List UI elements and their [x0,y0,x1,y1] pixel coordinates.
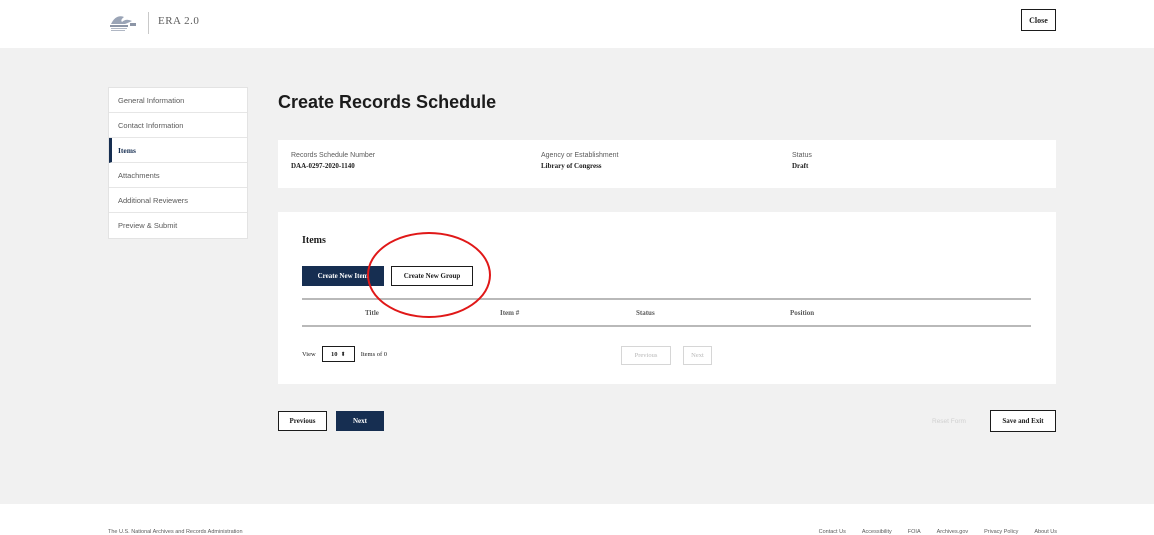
items-card: Items Create New Item Create New Group T… [278,212,1056,384]
agency-field: Agency or Establishment Library of Congr… [541,152,618,170]
view-label: View [302,350,316,358]
status-label: Status [792,152,812,159]
footer-link-about-us[interactable]: About Us [1034,529,1057,535]
sidebar-item-items[interactable]: Items [109,138,247,163]
create-new-group-button[interactable]: Create New Group [391,266,473,286]
agency-value: Library of Congress [541,162,602,170]
reset-form-link[interactable]: Reset Form [932,418,966,425]
footer-link-foia[interactable]: FOIA [908,529,921,535]
footer-link-archives-gov[interactable]: Archives.gov [937,529,969,535]
table-previous-button[interactable]: Previous [621,346,671,365]
app-title: ERA 2.0 [158,15,200,27]
create-new-item-button[interactable]: Create New Item [302,266,384,286]
footer-organization: The U.S. National Archives and Records A… [108,529,243,535]
items-count-label: Items of 0 [360,350,388,358]
schedule-number-label: Records Schedule Number [291,152,376,159]
footer-link-accessibility[interactable]: Accessibility [862,529,892,535]
nara-logo-icon [108,12,138,34]
logo-divider [148,12,149,34]
table-header-bottom-rule [302,325,1031,327]
top-header: ERA 2.0 Close [0,0,1154,48]
sidebar-item-attachments[interactable]: Attachments [109,163,247,188]
save-and-exit-button[interactable]: Save and Exit [990,410,1056,432]
schedule-number-value: DAA-0297-2020-1140 [291,162,355,170]
updown-arrow-icon: ⬍ [340,351,346,358]
sidebar-item-preview-submit[interactable]: Preview & Submit [109,213,247,238]
footer-link-contact-us[interactable]: Contact Us [819,529,846,535]
sidebar-item-general-information[interactable]: General Information [109,88,247,113]
sidebar-item-contact-information[interactable]: Contact Information [109,113,247,138]
column-header-status[interactable]: Status [636,309,655,317]
footer-links: Contact Us Accessibility FOIA Archives.g… [819,529,1057,535]
items-heading: Items [302,235,326,246]
column-header-title[interactable]: Title [365,309,379,317]
agency-label: Agency or Establishment [541,152,619,159]
next-step-button[interactable]: Next [336,411,384,431]
table-next-button[interactable]: Next [683,346,712,365]
footer-link-privacy-policy[interactable]: Privacy Policy [984,529,1018,535]
schedule-number-field: Records Schedule Number DAA-0297-2020-11… [291,152,375,170]
side-navigation: General Information Contact Information … [108,87,248,239]
page-title: Create Records Schedule [278,92,497,112]
page-size-select[interactable]: 10 ⬍ [321,346,355,362]
sidebar-item-additional-reviewers[interactable]: Additional Reviewers [109,188,247,213]
column-header-position[interactable]: Position [790,309,814,317]
page-size-control: View 10 ⬍ Items of 0 [302,346,387,362]
status-field: Status Draft [792,152,812,170]
status-value: Draft [792,162,809,170]
table-header-top-rule [302,298,1031,300]
column-header-item-number[interactable]: Item # [500,309,519,317]
schedule-summary-card: Records Schedule Number DAA-0297-2020-11… [278,140,1056,188]
previous-step-button[interactable]: Previous [278,411,327,431]
close-button[interactable]: Close [1021,9,1056,31]
page-size-value: 10 [330,350,338,358]
